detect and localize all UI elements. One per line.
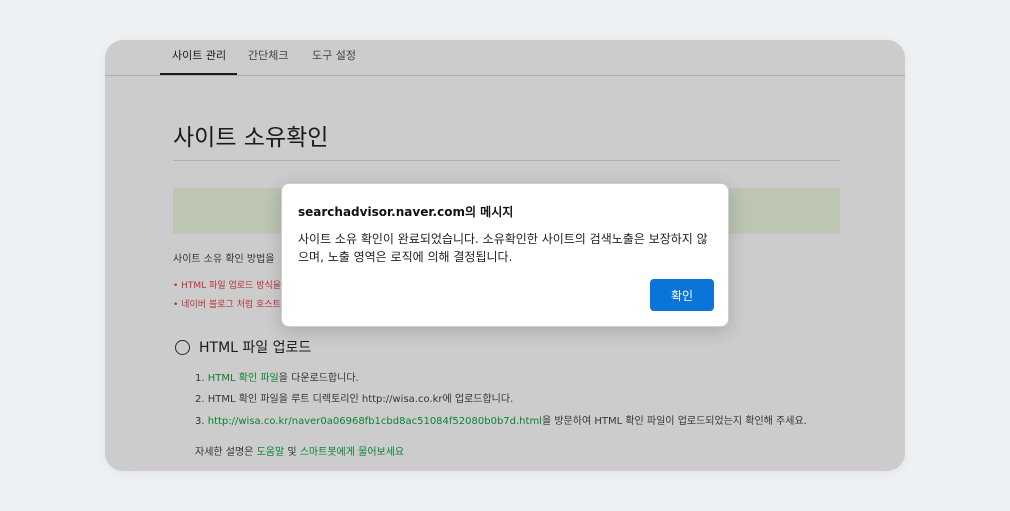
ok-button[interactable]: 확인 [650, 279, 714, 311]
alert-dialog: searchadvisor.naver.com의 메시지 사이트 소유 확인이 … [281, 183, 729, 327]
dialog-message: 사이트 소유 확인이 완료되었습니다. 소유확인한 사이트의 검색노출은 보장하… [298, 232, 708, 264]
dialog-title: searchadvisor.naver.com의 메시지 [298, 203, 513, 220]
dialog-title-domain: searchadvisor.naver.com [298, 205, 465, 219]
dialog-title-suffix: 의 메시지 [464, 205, 514, 219]
